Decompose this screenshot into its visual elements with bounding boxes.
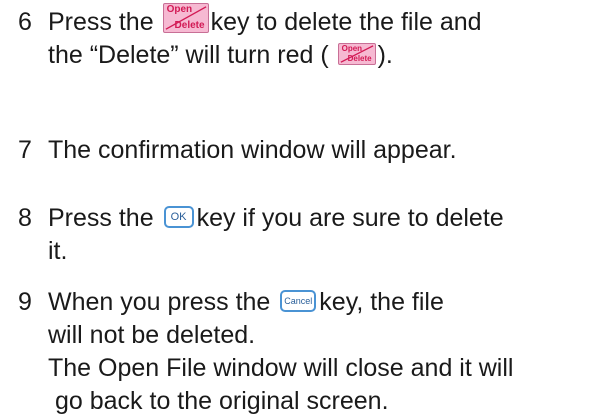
step-line: The confirmation window will appear. <box>48 136 457 164</box>
step-number: 8 <box>18 204 32 232</box>
step-text: The confirmation window will appear. <box>48 134 593 167</box>
cancel-key-icon: Cancel <box>280 289 317 312</box>
open-delete-key-icon: Open Delete <box>162 3 209 34</box>
step-line: will not be deleted. <box>48 321 256 349</box>
step-number: 9 <box>18 288 32 316</box>
ok-key-icon: OK <box>163 205 194 228</box>
step-text: Press the OK key if you are sure to delet… <box>48 202 593 268</box>
step-line: go back to the original screen. <box>55 387 389 415</box>
open-delete-key-red-icon: Open Delete <box>337 43 376 66</box>
step-text: Press the Open Delete key to delete the … <box>48 3 593 72</box>
step-line: When you press the Cancel key, the file <box>48 288 444 316</box>
step-line: Press the Open Delete key to delete the … <box>48 3 482 36</box>
step-line: The Open File window will close and it w… <box>48 354 514 382</box>
step-number: 6 <box>18 8 32 36</box>
step-number: 7 <box>18 136 32 164</box>
step-line: the “Delete” will turn red ( Open Delete… <box>48 41 393 69</box>
step-text: When you press the Cancel key, the file w… <box>48 286 593 418</box>
step-line: Press the OK key if you are sure to delet… <box>48 204 504 232</box>
step-line: it. <box>48 237 68 265</box>
